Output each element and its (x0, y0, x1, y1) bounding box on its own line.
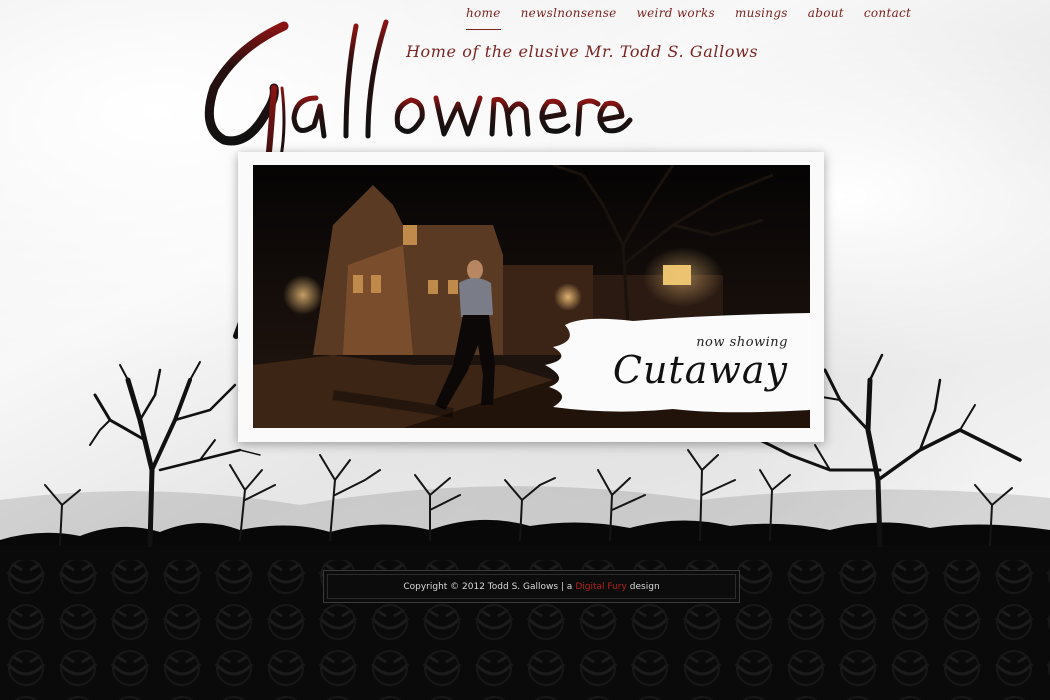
nav-item-musings[interactable]: musings (735, 6, 788, 30)
feature-title[interactable]: Cutaway (613, 348, 788, 392)
nav-item-contact[interactable]: contact (864, 6, 911, 30)
now-showing-caption: now showing Cutaway (613, 335, 788, 392)
design-text: design (629, 581, 660, 592)
footer-inner: Copyright © 2012 Todd S. Gallows | a Dig… (327, 574, 736, 599)
copyright-text: Copyright © 2012 Todd S. Gallows | a (403, 581, 573, 592)
feature-image[interactable]: now showing Cutaway (253, 165, 810, 428)
feature-frame: now showing Cutaway (238, 152, 824, 442)
footer: Copyright © 2012 Todd S. Gallows | a Dig… (323, 570, 740, 603)
nav-item-about[interactable]: about (808, 6, 844, 30)
nav-item-weird-works[interactable]: weird works (637, 6, 715, 30)
tagline: Home of the elusive Mr. Todd S. Gallows (406, 42, 759, 61)
designer-link[interactable]: Digital Fury (575, 582, 626, 592)
